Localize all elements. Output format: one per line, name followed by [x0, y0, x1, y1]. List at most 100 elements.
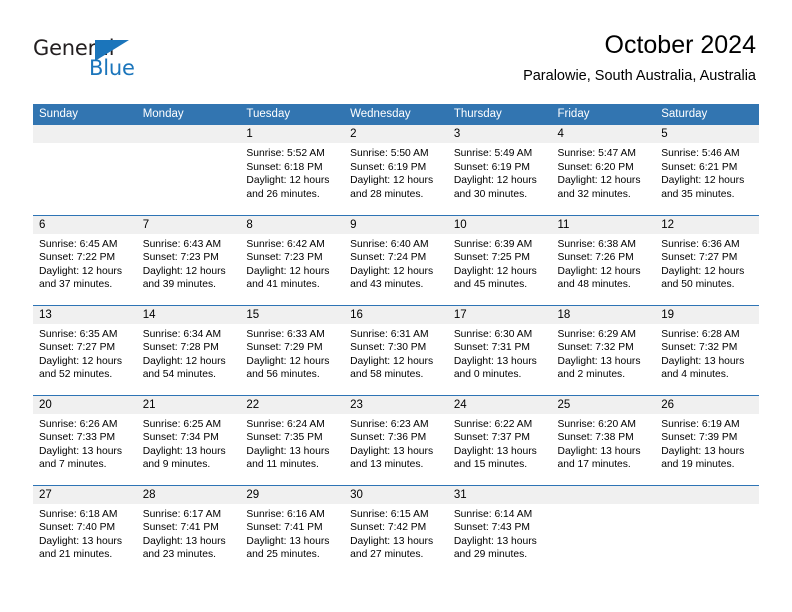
day-details: Sunrise: 6:24 AM Sunset: 7:35 PM Daylight:… [240, 414, 344, 472]
day-cell[interactable]: 13 Sunrise: 6:35 AM Sunset: 7:27 PM Dayligh… [33, 304, 137, 395]
day-cell[interactable]: 18 Sunrise: 6:29 AM Sunset: 7:32 PM Dayligh… [551, 304, 656, 395]
day-cell[interactable]: 24 Sunrise: 6:22 AM Sunset: 7:37 PM Dayligh… [447, 394, 552, 485]
day-details: Sunrise: 6:23 AM Sunset: 7:36 PM Daylight:… [344, 414, 448, 472]
weekday-header-friday: Friday [551, 104, 656, 125]
day-cell[interactable]: 16 Sunrise: 6:31 AM Sunset: 7:30 PM Dayligh… [344, 304, 448, 395]
day-number: 22 [240, 395, 345, 414]
day-cell[interactable]: 28 Sunrise: 6:17 AM Sunset: 7:41 PM Dayligh… [136, 484, 241, 575]
day-cell[interactable]: 11 Sunrise: 6:38 AM Sunset: 7:26 PM Dayligh… [551, 214, 656, 305]
day-cell[interactable]: 22 Sunrise: 6:24 AM Sunset: 7:35 PM Dayligh… [240, 394, 345, 485]
daylight-line: Daylight: 13 hours and 23 minutes. [142, 535, 226, 561]
sunset-line: Sunset: 7:30 PM [350, 342, 427, 354]
sunrise-line: Sunrise: 6:25 AM [142, 418, 222, 430]
day-details: Sunrise: 6:43 AM Sunset: 7:23 PM Daylight:… [137, 234, 241, 292]
day-number: 20 [33, 395, 137, 414]
logo-text-blue: Blue [89, 56, 135, 80]
day-cell[interactable]: 17 Sunrise: 6:30 AM Sunset: 7:31 PM Dayligh… [447, 304, 552, 395]
week-row: 6 Sunrise: 6:45 AM Sunset: 7:22 PM Daylight… [33, 214, 759, 305]
sunset-line: Sunset: 7:31 PM [453, 342, 530, 354]
day-details: Sunrise: 6:38 AM Sunset: 7:26 PM Daylight:… [552, 234, 656, 292]
day-number: 31 [447, 485, 552, 504]
day-cell[interactable]: 9 Sunrise: 6:40 AM Sunset: 7:24 PM Daylight… [344, 214, 448, 305]
sunset-line: Sunset: 7:32 PM [661, 342, 738, 354]
day-cell[interactable]: 29 Sunrise: 6:16 AM Sunset: 7:41 PM Dayligh… [240, 484, 345, 575]
day-cell[interactable]: 1 Sunrise: 5:52 AM Sunset: 6:18 PM Daylight… [240, 125, 345, 215]
day-details: Sunrise: 6:14 AM Sunset: 7:43 PM Daylight:… [448, 504, 552, 562]
week-row: 27 Sunrise: 6:18 AM Sunset: 7:40 PM Dayligh… [33, 484, 759, 575]
day-cell[interactable]: 30 Sunrise: 6:15 AM Sunset: 7:42 PM Dayligh… [344, 484, 448, 575]
sunrise-line: Sunrise: 6:15 AM [350, 508, 429, 520]
sunset-line: Sunset: 6:18 PM [246, 161, 323, 173]
day-number: 2 [344, 125, 448, 143]
day-details: Sunrise: 6:29 AM Sunset: 7:32 PM Daylight:… [552, 324, 656, 382]
day-cell[interactable]: 27 Sunrise: 6:18 AM Sunset: 7:40 PM Dayligh… [33, 484, 137, 575]
sunset-line: Sunset: 7:37 PM [453, 432, 530, 444]
weekday-header-saturday: Saturday [655, 104, 759, 125]
day-cell[interactable]: 5 Sunrise: 5:46 AM Sunset: 6:21 PM Daylight… [655, 125, 759, 215]
sunset-line: Sunset: 7:35 PM [246, 432, 323, 444]
sunrise-line: Sunrise: 5:47 AM [557, 148, 636, 159]
weekday-header-wednesday: Wednesday [344, 104, 448, 125]
day-details: Sunrise: 6:17 AM Sunset: 7:41 PM Daylight:… [137, 504, 241, 562]
day-details [552, 504, 656, 508]
day-cell[interactable]: 2 Sunrise: 5:50 AM Sunset: 6:19 PM Daylight… [344, 125, 448, 215]
day-details: Sunrise: 5:50 AM Sunset: 6:19 PM Daylight:… [344, 143, 448, 201]
general-blue-logo[interactable]: General Blue [33, 36, 213, 84]
day-cell[interactable]: 10 Sunrise: 6:39 AM Sunset: 7:25 PM Dayligh… [447, 214, 552, 305]
daylight-line: Daylight: 13 hours and 27 minutes. [350, 535, 434, 561]
day-cell[interactable]: 7 Sunrise: 6:43 AM Sunset: 7:23 PM Daylight… [136, 214, 241, 305]
day-details: Sunrise: 6:18 AM Sunset: 7:40 PM Daylight:… [33, 504, 137, 562]
daylight-line: Daylight: 13 hours and 15 minutes. [453, 445, 537, 471]
day-cell[interactable] [551, 484, 656, 575]
day-details: Sunrise: 6:22 AM Sunset: 7:37 PM Daylight:… [448, 414, 552, 472]
day-cell[interactable]: 14 Sunrise: 6:34 AM Sunset: 7:28 PM Dayligh… [136, 304, 241, 395]
daylight-line: Daylight: 12 hours and 58 minutes. [350, 355, 434, 381]
sunrise-line: Sunrise: 6:26 AM [39, 418, 118, 430]
day-cell[interactable] [33, 125, 137, 215]
day-cell[interactable]: 19 Sunrise: 6:28 AM Sunset: 7:32 PM Dayligh… [655, 304, 759, 395]
sunrise-line: Sunrise: 6:29 AM [557, 328, 636, 340]
day-cell[interactable]: 20 Sunrise: 6:26 AM Sunset: 7:33 PM Dayligh… [33, 394, 137, 485]
sunset-line: Sunset: 7:25 PM [453, 252, 530, 264]
day-cell[interactable]: 26 Sunrise: 6:19 AM Sunset: 7:39 PM Dayligh… [655, 394, 759, 485]
day-cell[interactable]: 31 Sunrise: 6:14 AM Sunset: 7:43 PM Dayligh… [447, 484, 552, 575]
day-number: 14 [136, 305, 241, 324]
day-number: 15 [240, 305, 345, 324]
day-details: Sunrise: 6:35 AM Sunset: 7:27 PM Daylight:… [33, 324, 137, 382]
day-details: Sunrise: 5:49 AM Sunset: 6:19 PM Daylight:… [448, 143, 552, 201]
day-cell[interactable]: 12 Sunrise: 6:36 AM Sunset: 7:27 PM Dayligh… [655, 214, 759, 305]
calendar-body: 1 Sunrise: 5:52 AM Sunset: 6:18 PM Daylight… [33, 125, 759, 575]
day-cell[interactable]: 4 Sunrise: 5:47 AM Sunset: 6:20 PM Daylight… [551, 125, 656, 215]
daylight-line: Daylight: 13 hours and 29 minutes. [453, 535, 537, 561]
title-block: October 2024 Paralowie, South Australia,… [523, 30, 756, 85]
day-cell[interactable]: 23 Sunrise: 6:23 AM Sunset: 7:36 PM Dayligh… [344, 394, 448, 485]
day-cell[interactable]: 15 Sunrise: 6:33 AM Sunset: 7:29 PM Dayligh… [240, 304, 345, 395]
sunrise-line: Sunrise: 6:20 AM [557, 418, 636, 430]
day-cell[interactable]: 8 Sunrise: 6:42 AM Sunset: 7:23 PM Daylight… [240, 214, 345, 305]
day-cell[interactable] [136, 125, 241, 215]
day-cell[interactable] [655, 484, 759, 575]
day-number: 16 [344, 305, 448, 324]
daylight-line: Daylight: 13 hours and 25 minutes. [246, 535, 330, 561]
daylight-line: Daylight: 13 hours and 21 minutes. [39, 535, 122, 561]
day-cell[interactable]: 25 Sunrise: 6:20 AM Sunset: 7:38 PM Dayligh… [551, 394, 656, 485]
day-cell[interactable]: 21 Sunrise: 6:25 AM Sunset: 7:34 PM Dayligh… [136, 394, 241, 485]
day-cell[interactable]: 3 Sunrise: 5:49 AM Sunset: 6:19 PM Daylight… [447, 125, 552, 215]
daylight-line: Daylight: 13 hours and 13 minutes. [350, 445, 434, 471]
sunrise-line: Sunrise: 6:35 AM [39, 328, 118, 340]
day-number: 9 [344, 215, 448, 234]
sunrise-line: Sunrise: 6:39 AM [453, 238, 533, 250]
sunset-line: Sunset: 7:43 PM [453, 522, 530, 534]
day-number: 23 [344, 395, 448, 414]
day-number: 4 [551, 125, 656, 143]
day-number: 10 [447, 215, 552, 234]
daylight-line: Daylight: 12 hours and 32 minutes. [557, 175, 641, 200]
daylight-line: Daylight: 12 hours and 35 minutes. [661, 175, 745, 200]
day-number: 13 [33, 305, 137, 324]
day-cell[interactable]: 6 Sunrise: 6:45 AM Sunset: 7:22 PM Daylight… [33, 214, 137, 305]
sunrise-line: Sunrise: 6:34 AM [142, 328, 222, 340]
sunset-line: Sunset: 7:33 PM [39, 432, 116, 444]
sunrise-line: Sunrise: 6:33 AM [246, 328, 325, 340]
sunrise-line: Sunrise: 6:16 AM [246, 508, 325, 520]
day-details: Sunrise: 6:45 AM Sunset: 7:22 PM Daylight:… [33, 234, 137, 292]
